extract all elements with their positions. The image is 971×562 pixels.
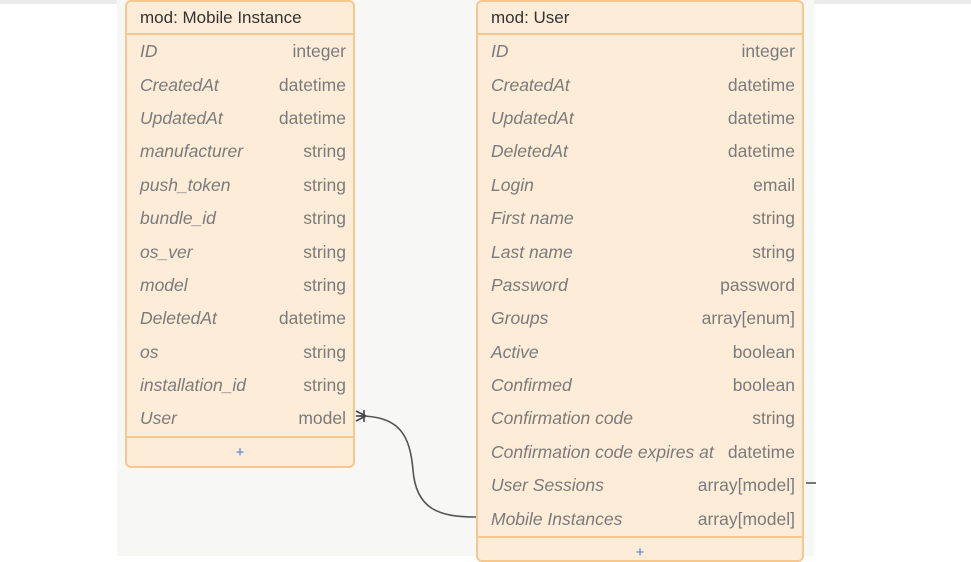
field-type: string — [303, 375, 346, 396]
field-type: string — [303, 241, 346, 262]
field-type: integer — [741, 41, 795, 62]
field-name: push_token — [140, 174, 231, 195]
field-row[interactable]: UpdatedAt datetime — [478, 102, 802, 135]
field-name: Password — [491, 274, 568, 295]
field-name: DeletedAt — [491, 141, 568, 162]
field-row[interactable]: CreatedAt datetime — [478, 68, 802, 101]
field-name: os — [140, 341, 159, 362]
field-row[interactable]: Mobile Instances array[model] — [478, 502, 802, 535]
field-type: datetime — [727, 441, 795, 462]
field-type: integer — [292, 41, 346, 62]
field-name: User — [140, 408, 177, 429]
field-type: string — [303, 208, 346, 229]
field-row[interactable]: bundle_id string — [127, 202, 353, 235]
field-row[interactable]: User model — [127, 402, 353, 435]
field-name: Active — [491, 341, 539, 362]
field-name: CreatedAt — [491, 74, 570, 95]
field-name: First name — [491, 208, 574, 229]
field-row[interactable]: push_token string — [127, 169, 353, 202]
field-name: os_ver — [140, 241, 193, 262]
field-row[interactable]: ID integer — [127, 35, 353, 68]
field-name: manufacturer — [140, 141, 244, 162]
field-name: Confirmation code expires at — [491, 441, 714, 462]
field-type: string — [303, 274, 346, 295]
field-name: Login — [491, 174, 534, 195]
field-row[interactable]: Confirmed boolean — [478, 369, 802, 402]
field-row[interactable]: os_ver string — [127, 235, 353, 268]
field-row[interactable]: Last name string — [478, 235, 802, 268]
field-list: ID integer CreatedAt datetime UpdatedAt datet… — [478, 35, 802, 536]
field-name: CreatedAt — [140, 74, 219, 95]
field-type: string — [752, 408, 795, 429]
field-row[interactable]: manufacturer string — [127, 135, 353, 168]
field-row[interactable]: CreatedAt datetime — [127, 68, 353, 101]
field-name: UpdatedAt — [140, 107, 223, 128]
entity-title[interactable]: mod: User — [478, 2, 802, 35]
field-type: datetime — [727, 141, 795, 162]
field-row[interactable]: model string — [127, 269, 353, 302]
field-type: string — [303, 341, 346, 362]
field-type: string — [303, 174, 346, 195]
field-type: string — [303, 141, 346, 162]
field-row[interactable]: DeletedAt datetime — [478, 135, 802, 168]
entity-mobile-instance[interactable]: mod: Mobile Instance ID integer CreatedAt d… — [125, 0, 355, 468]
field-type: array[model] — [697, 508, 795, 529]
field-type: email — [753, 174, 795, 195]
field-type: datetime — [727, 107, 795, 128]
field-name: DeletedAt — [140, 308, 217, 329]
entity-user[interactable]: mod: User ID integer CreatedAt datetime Upda… — [476, 0, 804, 562]
field-name: UpdatedAt — [491, 107, 574, 128]
field-row[interactable]: User Sessions array[model] — [478, 469, 802, 502]
field-row[interactable]: UpdatedAt datetime — [127, 102, 353, 135]
field-type: array[model] — [697, 475, 795, 496]
field-name: bundle_id — [140, 208, 216, 229]
field-row[interactable]: Active boolean — [478, 336, 802, 369]
field-type: string — [752, 241, 795, 262]
field-type: model — [298, 408, 346, 429]
add-field-button[interactable]: + — [478, 535, 802, 560]
field-list: ID integer CreatedAt datetime UpdatedAt datet… — [127, 35, 353, 436]
field-row[interactable]: DeletedAt datetime — [127, 302, 353, 335]
field-row[interactable]: First name string — [478, 202, 802, 235]
field-name: model — [140, 274, 188, 295]
field-row[interactable]: ID integer — [478, 35, 802, 68]
right-pane — [814, 4, 971, 556]
add-field-button[interactable]: + — [127, 435, 353, 466]
field-name: Mobile Instances — [491, 508, 623, 529]
field-type: array[enum] — [701, 308, 795, 329]
field-name: User Sessions — [491, 475, 604, 496]
field-row[interactable]: Login email — [478, 169, 802, 202]
field-type: datetime — [278, 107, 346, 128]
field-type: boolean — [732, 375, 795, 396]
field-name: Last name — [491, 241, 573, 262]
field-name: installation_id — [140, 375, 247, 396]
field-type: string — [752, 208, 795, 229]
entity-title[interactable]: mod: Mobile Instance — [127, 2, 353, 35]
field-name: Confirmation code — [491, 408, 634, 429]
field-row[interactable]: Password password — [478, 269, 802, 302]
field-row[interactable]: Groups array[enum] — [478, 302, 802, 335]
field-type: password — [720, 274, 795, 295]
field-type: datetime — [278, 308, 346, 329]
field-row[interactable]: Confirmation code expires at datetime — [478, 436, 802, 469]
field-name: Confirmed — [491, 375, 572, 396]
field-type: datetime — [727, 74, 795, 95]
field-row[interactable]: Confirmation code string — [478, 402, 802, 435]
field-name: ID — [140, 41, 158, 62]
field-row[interactable]: os string — [127, 336, 353, 369]
field-name: ID — [491, 41, 509, 62]
field-type: datetime — [278, 74, 346, 95]
field-name: Groups — [491, 308, 549, 329]
field-type: boolean — [732, 341, 795, 362]
field-row[interactable]: installation_id string — [127, 369, 353, 402]
